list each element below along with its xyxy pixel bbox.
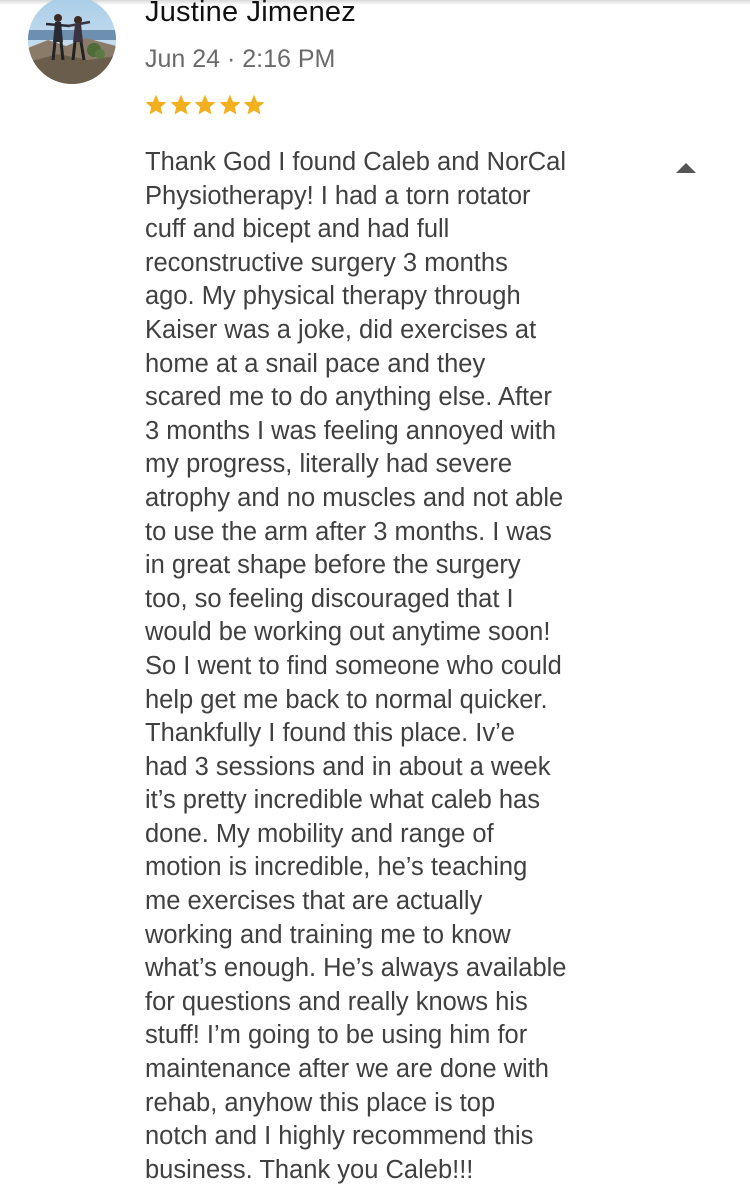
review-card: Justine Jimenez Jun 24 · 2:16 PM Thank G… <box>0 0 750 1184</box>
star-icon <box>194 94 216 115</box>
collapse-review-button[interactable] <box>672 158 700 178</box>
avatar-photo <box>28 0 116 84</box>
reviewer-name[interactable]: Justine Jimenez <box>145 0 356 29</box>
star-icon <box>170 94 191 115</box>
star-icon <box>243 94 265 115</box>
review-body-text: Thank God I found Caleb and NorCal Physi… <box>145 148 567 1184</box>
star-rating <box>144 93 267 117</box>
review-timestamp: Jun 24 · 2:16 PM <box>145 45 336 73</box>
triangle-up-icon <box>676 163 696 173</box>
avatar[interactable] <box>28 0 116 84</box>
star-icon <box>219 94 240 115</box>
star-icon <box>145 94 167 115</box>
